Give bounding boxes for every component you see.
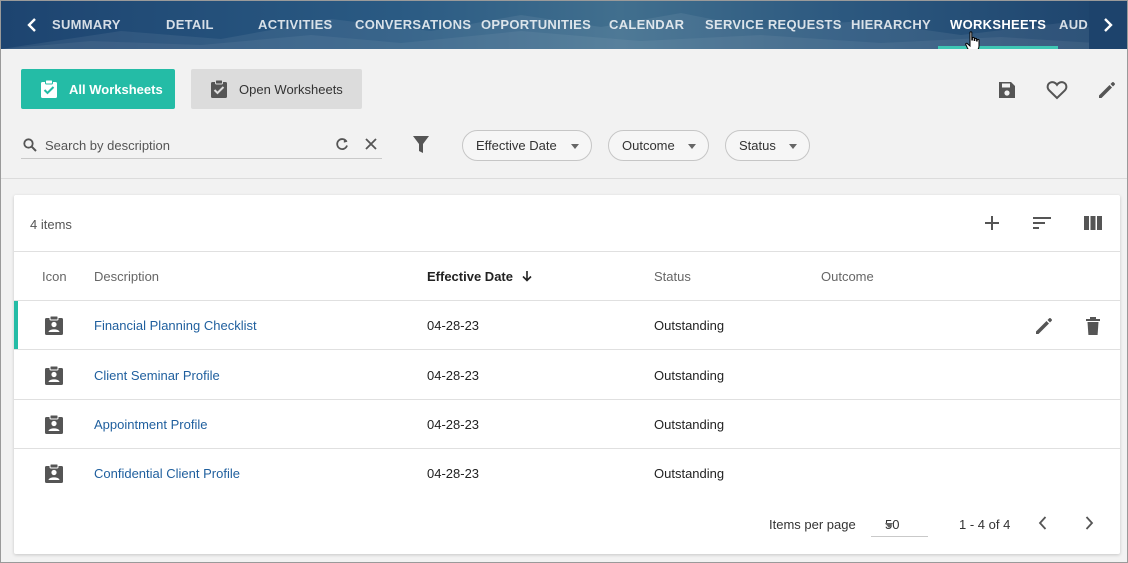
save-button[interactable] bbox=[996, 79, 1018, 101]
toolbar-divider bbox=[1, 178, 1127, 179]
item-count: 4 items bbox=[30, 217, 72, 232]
clipboard-check-icon bbox=[39, 79, 59, 99]
effective-date-filter-label: Effective Date bbox=[476, 138, 557, 153]
tab-detail[interactable]: DETAIL bbox=[166, 1, 214, 49]
outcome-filter[interactable]: Outcome bbox=[608, 130, 709, 161]
next-page-button[interactable] bbox=[1083, 515, 1095, 531]
table-row[interactable]: Client Seminar Profile 04-28-23 Outstand… bbox=[14, 351, 1120, 400]
tab-opportunities[interactable]: OPPORTUNITIES bbox=[481, 1, 591, 49]
column-header-status[interactable]: Status bbox=[654, 269, 691, 284]
tab-service-requests[interactable]: SERVICE REQUESTS bbox=[705, 1, 842, 49]
clipboard-person-icon bbox=[45, 365, 63, 385]
clipboard-person-icon bbox=[45, 414, 63, 434]
row-description-link[interactable]: Financial Planning Checklist bbox=[94, 318, 257, 333]
row-status: Outstanding bbox=[654, 368, 725, 383]
search-input[interactable] bbox=[45, 134, 325, 156]
row-effective-date: 04-28-23 bbox=[427, 417, 480, 432]
table-row[interactable]: Confidential Client Profile 04-28-23 Out… bbox=[14, 449, 1120, 498]
worksheets-table-card: 4 items Icon Description Effective Date … bbox=[14, 195, 1120, 554]
row-status: Outstanding bbox=[654, 466, 725, 481]
clipboard-check-icon bbox=[209, 79, 229, 99]
pencil-icon bbox=[1099, 82, 1115, 98]
clipboard-person-icon bbox=[45, 315, 63, 335]
hand-cursor-icon bbox=[965, 31, 980, 49]
edit-button[interactable] bbox=[1096, 79, 1118, 101]
pencil-icon[interactable] bbox=[1034, 316, 1054, 336]
top-navigation: SUMMARY DETAIL ACTIVITIES CONVERSATIONS … bbox=[1, 1, 1127, 49]
refresh-icon[interactable] bbox=[335, 137, 349, 151]
previous-page-button[interactable] bbox=[1037, 515, 1049, 531]
row-description-link[interactable]: Client Seminar Profile bbox=[94, 368, 220, 383]
column-header-effective-date[interactable]: Effective Date bbox=[427, 269, 533, 284]
items-per-page-select[interactable]: 50 bbox=[871, 507, 928, 537]
search-icon bbox=[23, 138, 37, 152]
tab-summary[interactable]: SUMMARY bbox=[52, 1, 121, 49]
column-header-icon: Icon bbox=[42, 269, 67, 284]
nav-scroll-left-button[interactable] bbox=[19, 1, 45, 49]
row-effective-date: 04-28-23 bbox=[427, 318, 480, 333]
tab-activities[interactable]: ACTIVITIES bbox=[258, 1, 333, 49]
caret-down-icon bbox=[688, 144, 696, 149]
heart-icon bbox=[1046, 81, 1068, 100]
close-icon[interactable] bbox=[364, 137, 378, 151]
caret-down-icon bbox=[885, 523, 893, 528]
caret-down-icon bbox=[789, 144, 797, 149]
row-description-link[interactable]: Appointment Profile bbox=[94, 417, 207, 432]
plus-icon[interactable] bbox=[983, 214, 1001, 232]
table-row[interactable]: Financial Planning Checklist 04-28-23 Ou… bbox=[14, 301, 1120, 350]
sort-icon[interactable] bbox=[1032, 214, 1052, 232]
pagination-range: 1 - 4 of 4 bbox=[959, 517, 1011, 532]
items-per-page-label: Items per page bbox=[769, 517, 856, 532]
all-worksheets-label: All Worksheets bbox=[69, 81, 163, 97]
chevron-left-icon bbox=[27, 18, 36, 32]
columns-icon[interactable] bbox=[1083, 214, 1103, 232]
column-header-outcome[interactable]: Outcome bbox=[821, 269, 874, 284]
tab-hierarchy[interactable]: HIERARCHY bbox=[851, 1, 931, 49]
status-filter-label: Status bbox=[739, 138, 776, 153]
chevron-right-icon bbox=[1104, 18, 1113, 32]
status-filter[interactable]: Status bbox=[725, 130, 810, 161]
effective-date-filter[interactable]: Effective Date bbox=[462, 130, 592, 161]
row-status: Outstanding bbox=[654, 417, 725, 432]
row-effective-date: 04-28-23 bbox=[427, 466, 480, 481]
tab-calendar[interactable]: CALENDAR bbox=[609, 1, 684, 49]
outcome-filter-label: Outcome bbox=[622, 138, 675, 153]
table-header: Icon Description Effective Date Status O… bbox=[14, 251, 1120, 301]
row-effective-date: 04-28-23 bbox=[427, 368, 480, 383]
search-bar bbox=[21, 131, 382, 159]
open-worksheets-label: Open Worksheets bbox=[239, 81, 343, 97]
tab-conversations[interactable]: CONVERSATIONS bbox=[355, 1, 471, 49]
caret-down-icon bbox=[571, 144, 579, 149]
column-header-effective-date-label: Effective Date bbox=[427, 269, 513, 284]
row-description-link[interactable]: Confidential Client Profile bbox=[94, 466, 240, 481]
save-icon bbox=[999, 82, 1015, 98]
favorite-button[interactable] bbox=[1046, 79, 1068, 101]
arrow-down-icon bbox=[522, 271, 532, 282]
table-row[interactable]: Appointment Profile 04-28-23 Outstanding bbox=[14, 400, 1120, 449]
delete-icon[interactable] bbox=[1085, 316, 1101, 336]
clipboard-person-icon bbox=[45, 463, 63, 483]
filter-icon[interactable] bbox=[412, 135, 430, 155]
column-header-description[interactable]: Description bbox=[94, 269, 159, 284]
all-worksheets-button[interactable]: All Worksheets bbox=[21, 69, 175, 109]
tab-audit[interactable]: AUD bbox=[1059, 1, 1088, 49]
row-status: Outstanding bbox=[654, 318, 725, 333]
open-worksheets-button[interactable]: Open Worksheets bbox=[191, 69, 362, 109]
nav-scroll-right-button[interactable] bbox=[1089, 1, 1127, 49]
